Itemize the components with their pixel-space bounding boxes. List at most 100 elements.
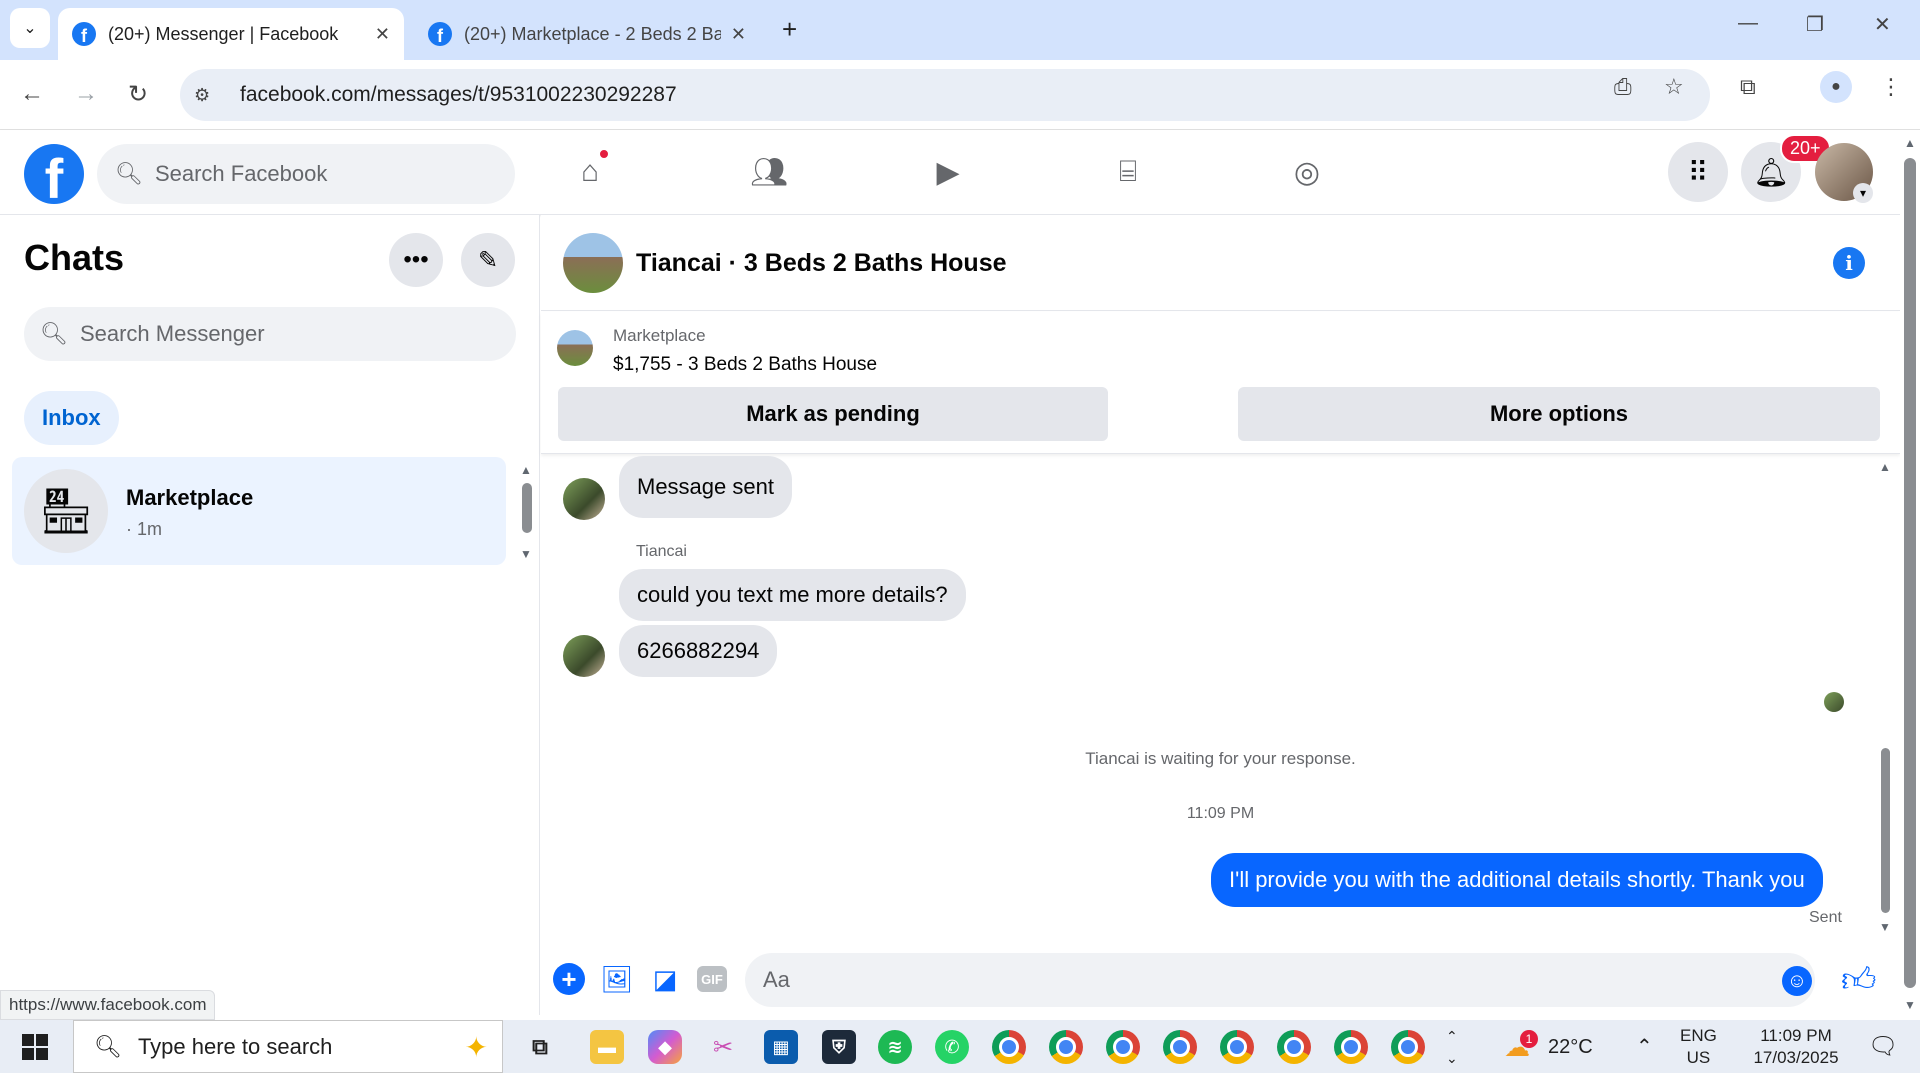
show-hidden-icons-icon[interactable]: ⌃ — [1636, 1020, 1653, 1073]
contact-avatar[interactable] — [563, 635, 605, 677]
site-settings-icon[interactable]: ⚙ — [194, 85, 222, 106]
restore-icon[interactable]: ❐ — [1806, 12, 1824, 37]
message-composer: + 🖼︎ ◪ GIF Aa ☺ 👍︎ — [541, 945, 1900, 1015]
chrome-profile-icon[interactable] — [1391, 1030, 1425, 1064]
thumbs-up-icon[interactable]: 👍︎ — [1841, 960, 1877, 1001]
page-scrollbar[interactable]: ▲ ▼ — [1900, 130, 1920, 1015]
file-explorer-icon[interactable]: ▬ — [590, 1030, 624, 1064]
whatsapp-icon[interactable]: ✆ — [935, 1030, 969, 1064]
back-icon[interactable]: ← — [20, 80, 44, 108]
browser-tabbar: ⌄ f (20+) Messenger | Facebook ✕ f (20+)… — [0, 0, 1920, 60]
scroll-thumb[interactable] — [522, 483, 532, 533]
close-icon[interactable]: ✕ — [375, 24, 390, 45]
snipping-tool-icon[interactable]: ✂ — [706, 1030, 740, 1064]
conversation-header: Tiancai · 3 Beds 2 Baths House i — [541, 215, 1900, 311]
windows-start-icon[interactable] — [22, 1034, 48, 1060]
facebook-logo-icon[interactable]: f — [24, 144, 84, 204]
conversation-title[interactable]: Tiancai · 3 Beds 2 Baths House — [636, 249, 1007, 278]
chats-options-button[interactable]: ••• — [389, 233, 443, 287]
minimize-icon[interactable]: — — [1738, 12, 1758, 35]
photo-icon[interactable]: 🖼︎ — [601, 963, 634, 995]
scroll-thumb[interactable] — [1904, 158, 1916, 988]
system-clock[interactable]: 11:09 PM 17/03/2025 — [1736, 1020, 1856, 1073]
tray-overflow-icon[interactable]: ⌃ ⌄ — [1446, 1020, 1458, 1073]
chrome-profile-icon[interactable] — [1049, 1030, 1083, 1064]
keyboard-region: US — [1686, 1047, 1711, 1067]
conversation-scrollbar[interactable]: ▲ ▼ — [1878, 460, 1894, 935]
window-close-icon[interactable]: ✕ — [1874, 12, 1891, 37]
tab-search-button[interactable]: ⌄ — [10, 8, 50, 48]
spotify-icon[interactable]: ≋ — [878, 1030, 912, 1064]
forward-icon[interactable]: → — [74, 80, 98, 108]
gif-icon[interactable]: GIF — [697, 966, 727, 992]
copilot-icon[interactable]: ◆ — [648, 1030, 682, 1064]
taskbar-search-input[interactable]: 🔍︎ Type here to search ✦ — [73, 1020, 503, 1073]
chevron-down-icon[interactable]: ▾ — [1853, 183, 1873, 203]
chrome-profile-icon[interactable] — [1106, 1030, 1140, 1064]
chrome-profile-icon[interactable] — [1163, 1030, 1197, 1064]
extensions-icon[interactable]: ⧉ — [1740, 74, 1756, 100]
contact-avatar[interactable] — [563, 478, 605, 520]
scroll-up-icon[interactable]: ▲ — [1904, 136, 1916, 150]
chrome-profile-icon[interactable] — [1220, 1030, 1254, 1064]
mark-as-pending-button[interactable]: Mark as pending — [558, 387, 1108, 441]
language-indicator[interactable]: ENG US — [1680, 1020, 1717, 1073]
scroll-down-icon[interactable]: ▼ — [520, 547, 532, 561]
weather-badge: 1 — [1520, 1030, 1538, 1048]
video-icon[interactable]: ▶ — [926, 150, 970, 194]
scroll-down-icon[interactable]: ▼ — [1904, 998, 1916, 1012]
profile-icon[interactable]: ● — [1820, 71, 1852, 103]
listing-thumbnail[interactable] — [557, 330, 593, 366]
menu-grid-button[interactable]: ⠿ — [1668, 142, 1728, 202]
scroll-up-icon[interactable]: ▲ — [520, 463, 532, 477]
messenger-search-input[interactable]: 🔍︎ Search Messenger — [24, 307, 516, 361]
chrome-profile-icon[interactable] — [1277, 1030, 1311, 1064]
facebook-favicon-icon: f — [428, 22, 452, 46]
message-bubble[interactable]: 6266882294 — [619, 625, 778, 677]
info-icon[interactable]: i — [1833, 247, 1865, 279]
home-icon[interactable]: ⌂ — [568, 148, 612, 194]
security-app-icon[interactable]: ⛨ — [822, 1030, 856, 1064]
weather-temperature[interactable]: 22°C — [1548, 1020, 1593, 1073]
sticker-icon[interactable]: ◪ — [649, 963, 681, 995]
tab-marketplace[interactable]: f (20+) Marketplace - 2 Beds 2 Ba ✕ — [414, 8, 760, 60]
sent-status: Sent — [1809, 909, 1842, 926]
thread-time: · 1m — [126, 519, 162, 539]
compose-icon: ✎ — [477, 246, 499, 274]
reload-icon[interactable]: ↻ — [128, 80, 148, 109]
plus-icon[interactable]: + — [553, 963, 585, 995]
listing-avatar[interactable] — [563, 233, 623, 293]
scroll-up-icon[interactable]: ▲ — [1879, 460, 1891, 474]
new-tab-icon[interactable]: + — [782, 14, 797, 45]
tab-messenger[interactable]: f (20+) Messenger | Facebook ✕ — [58, 8, 404, 60]
notification-center-icon[interactable]: 🗨︎ — [1868, 1020, 1898, 1073]
kebab-menu-icon[interactable]: ⋮ — [1880, 74, 1902, 100]
thread-marketplace[interactable]: 🏪︎ Marketplace · 1m — [12, 457, 506, 565]
new-message-button[interactable]: ✎ — [461, 233, 515, 287]
install-app-icon[interactable]: ⎙ — [1614, 74, 1632, 100]
close-icon[interactable]: ✕ — [731, 24, 746, 45]
chrome-icon[interactable] — [992, 1030, 1026, 1064]
scroll-down-icon[interactable]: ▼ — [1879, 920, 1891, 934]
marketplace-icon[interactable]: ⌸ — [1106, 150, 1150, 194]
inbox-filter-tab[interactable]: Inbox — [24, 391, 119, 445]
bookmark-star-icon[interactable]: ☆ — [1664, 74, 1684, 100]
groups-icon[interactable]: ◎ — [1285, 150, 1329, 194]
microsoft-store-icon[interactable]: ▦ — [764, 1030, 798, 1064]
facebook-search-input[interactable]: 🔍︎ Search Facebook — [97, 144, 515, 204]
friends-icon[interactable]: 👥︎ — [747, 150, 791, 194]
address-bar[interactable]: ⚙ facebook.com/messages/t/95310022302922… — [180, 69, 1710, 121]
listing-title[interactable]: $1,755 - 3 Beds 2 Baths House — [613, 354, 877, 376]
task-view-icon[interactable]: ⧉ — [523, 1030, 557, 1064]
more-options-button[interactable]: More options — [1238, 387, 1880, 441]
grid-icon: ⠿ — [1687, 156, 1709, 188]
tab-title: (20+) Marketplace - 2 Beds 2 Ba — [464, 23, 721, 44]
chrome-profile-icon[interactable] — [1334, 1030, 1368, 1064]
scroll-thumb[interactable] — [1881, 748, 1890, 913]
taskbar-search-placeholder: Type here to search — [137, 1033, 333, 1059]
search-icon: 🔍︎ — [40, 321, 68, 346]
message-input[interactable]: Aa — [745, 953, 1815, 1007]
sidebar-scrollbar[interactable]: ▲ ▼ — [520, 463, 536, 563]
emoji-icon[interactable]: ☺ — [1782, 966, 1812, 996]
copilot-sparkle-icon[interactable]: ✦ — [465, 1031, 488, 1064]
